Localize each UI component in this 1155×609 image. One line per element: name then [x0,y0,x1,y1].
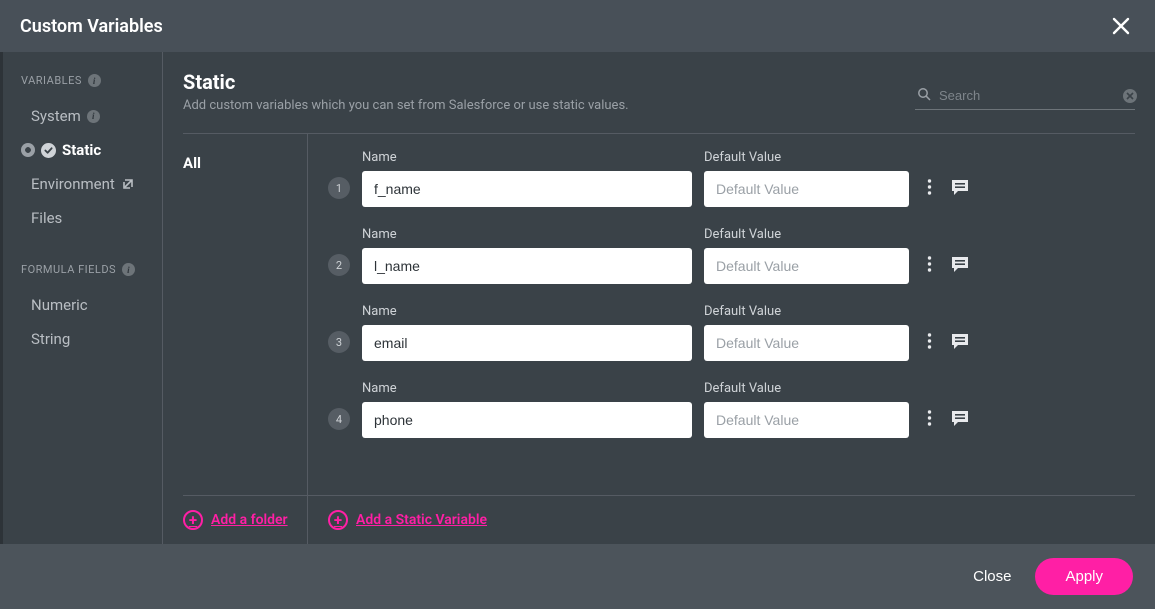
external-link-icon [121,177,135,191]
sidebar-item-numeric[interactable]: Numeric [31,288,162,322]
row-actions [927,408,970,432]
name-label: Name [362,150,692,165]
comment-icon[interactable] [950,254,970,278]
add-variable-col: + Add a Static Variable [308,496,507,544]
plus-icon: + [328,510,348,530]
main-panel: Static Add custom variables which you ca… [163,52,1155,544]
value-label: Default Value [704,381,909,396]
more-icon[interactable] [927,409,932,431]
comment-icon[interactable] [950,331,970,355]
more-icon[interactable] [927,178,932,200]
plus-icon: + [183,510,203,530]
variable-row: 2 Name Default Value [328,227,1135,284]
search-icon [917,86,931,105]
search-field[interactable] [915,82,1135,110]
name-input[interactable] [362,402,692,438]
variables-column: 1 Name Default Value [308,134,1135,495]
more-icon[interactable] [927,332,932,354]
value-input[interactable] [704,402,909,438]
page-title: Static [183,70,629,94]
name-label: Name [362,227,692,242]
variable-row: 1 Name Default Value [328,150,1135,207]
clear-search-icon[interactable] [1123,89,1137,103]
name-label: Name [362,304,692,319]
search-input[interactable] [939,88,1115,103]
row-actions [927,177,970,201]
name-input[interactable] [362,171,692,207]
sidebar-item-environment[interactable]: Environment [31,167,162,201]
sidebar-item-static[interactable]: Static [21,133,162,167]
value-input[interactable] [704,248,909,284]
add-folder-link[interactable]: + Add a folder [183,510,307,530]
value-input[interactable] [704,171,909,207]
value-field: Default Value [704,304,909,361]
add-variable-link[interactable]: + Add a Static Variable [328,510,487,530]
name-field: Name [362,227,692,284]
name-input[interactable] [362,248,692,284]
section-label-variables: VARIABLES i [21,74,162,87]
name-field: Name [362,304,692,361]
value-field: Default Value [704,381,909,438]
row-actions [927,254,970,278]
sidebar: VARIABLES i System i Static Environment [3,52,163,544]
value-input[interactable] [704,325,909,361]
value-field: Default Value [704,150,909,207]
variable-row: 4 Name Default Value [328,381,1135,438]
comment-icon[interactable] [950,408,970,432]
value-label: Default Value [704,150,909,165]
folder-column: All [183,134,308,495]
value-label: Default Value [704,304,909,319]
info-icon[interactable]: i [122,263,135,276]
row-number: 3 [328,331,350,353]
close-icon[interactable] [1107,12,1135,40]
more-icon[interactable] [927,255,932,277]
sidebar-item-files[interactable]: Files [31,201,162,235]
info-icon[interactable]: i [88,74,101,87]
modal-header: Custom Variables [0,0,1155,52]
name-field: Name [362,150,692,207]
row-actions [927,331,970,355]
modal-title: Custom Variables [20,16,163,37]
section-label-formula: FORMULA FIELDS i [21,263,162,276]
nav-section-variables: VARIABLES i System i Static Environment [21,74,162,235]
variable-row: 3 Name Default Value [328,304,1135,361]
custom-variables-modal: Custom Variables VARIABLES i System i [0,0,1155,609]
check-icon [41,143,56,158]
row-number: 4 [328,408,350,430]
info-icon[interactable]: i [87,110,100,123]
sidebar-item-string[interactable]: String [31,322,162,356]
name-field: Name [362,381,692,438]
page-subtitle: Add custom variables which you can set f… [183,98,629,113]
close-button[interactable]: Close [973,568,1011,585]
row-number: 2 [328,254,350,276]
folder-all[interactable]: All [183,150,307,176]
name-label: Name [362,381,692,396]
main-header: Static Add custom variables which you ca… [183,70,1135,113]
value-label: Default Value [704,227,909,242]
comment-icon[interactable] [950,177,970,201]
add-folder-col: + Add a folder [183,496,308,544]
footer-actions: + Add a folder + Add a Static Variable [183,495,1135,544]
apply-button[interactable]: Apply [1035,558,1133,595]
row-number: 1 [328,177,350,199]
sidebar-item-system[interactable]: System i [31,99,162,133]
content-area: All 1 Name Default Value [183,134,1135,495]
value-field: Default Value [704,227,909,284]
name-input[interactable] [362,325,692,361]
bottom-bar: Close Apply [0,544,1155,609]
nav-section-formula: FORMULA FIELDS i Numeric String [21,263,162,356]
modal-body: VARIABLES i System i Static Environment [0,52,1155,544]
